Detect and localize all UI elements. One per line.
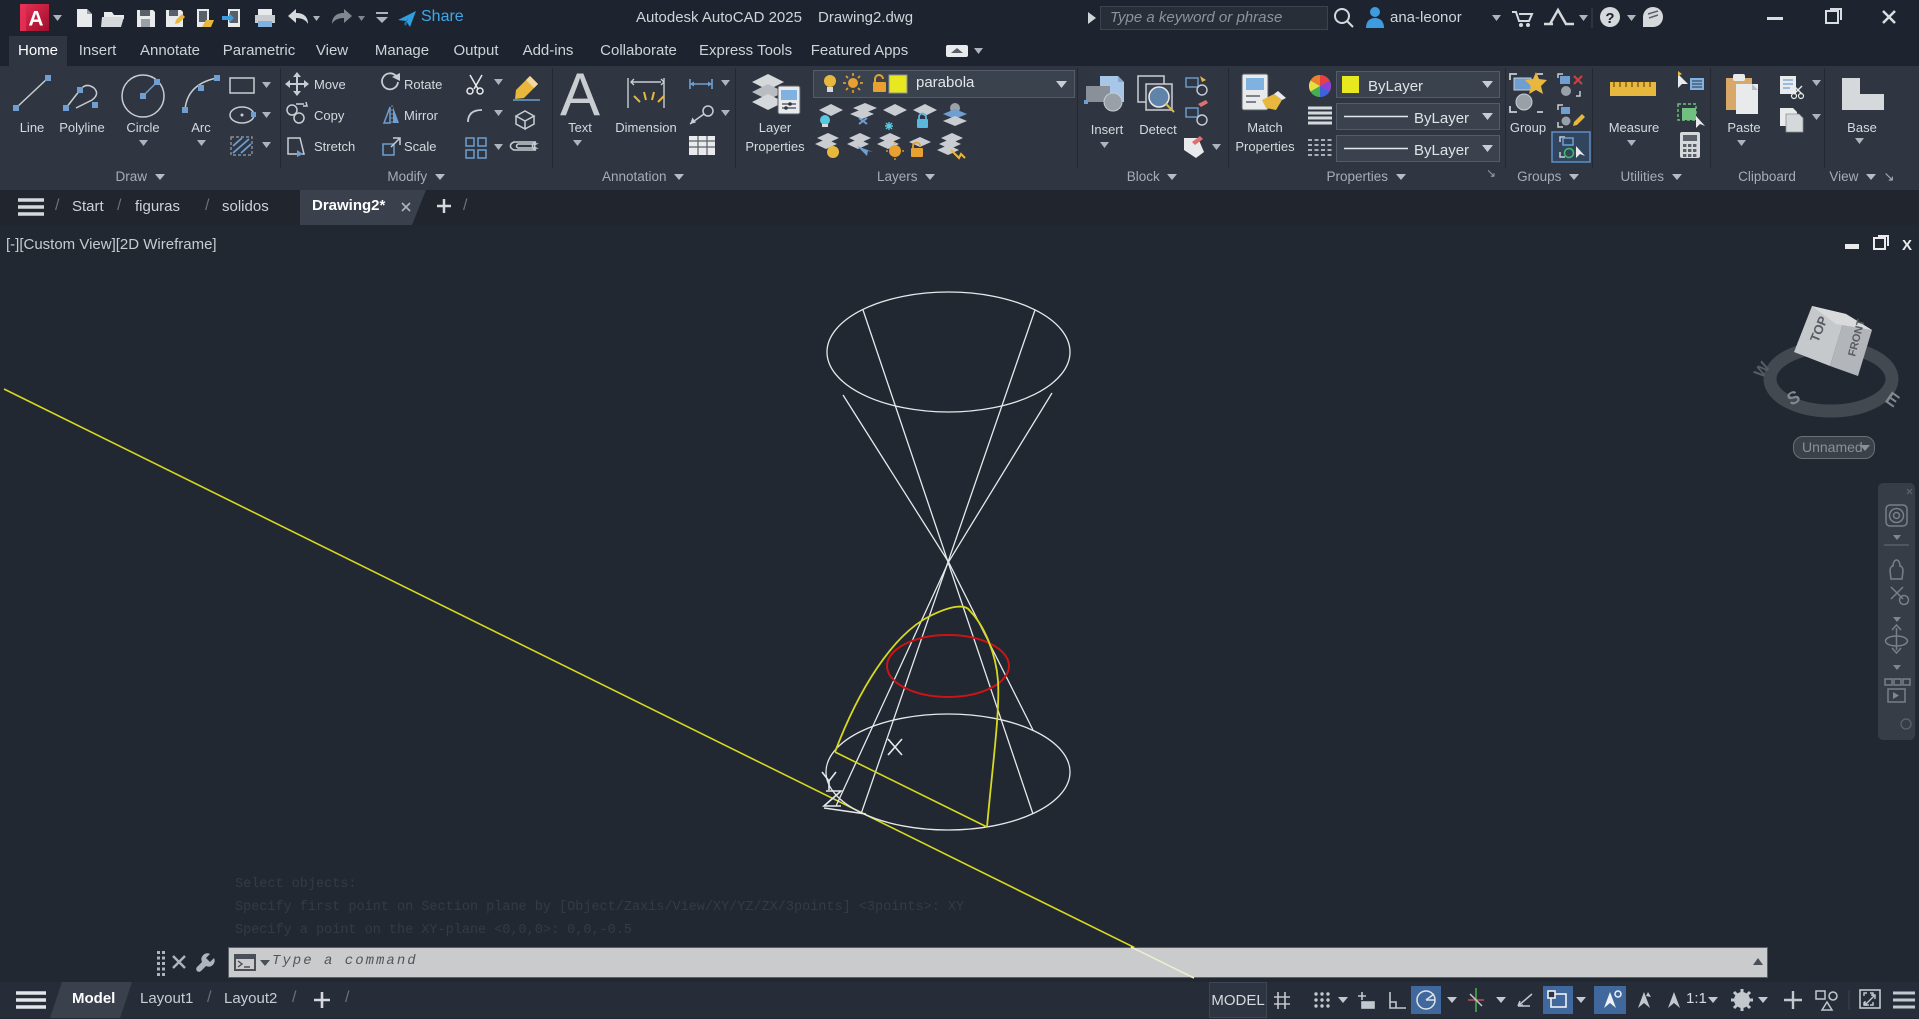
svg-text:ByLayer: ByLayer	[1414, 142, 1469, 159]
svg-text:?: ?	[1605, 10, 1614, 27]
svg-text:X: X	[1902, 237, 1912, 254]
svg-text:A: A	[560, 66, 600, 128]
svg-text:A: A	[28, 8, 43, 31]
svg-text:ByLayer: ByLayer	[1368, 78, 1423, 95]
svg-text:ByLayer: ByLayer	[1414, 110, 1469, 127]
